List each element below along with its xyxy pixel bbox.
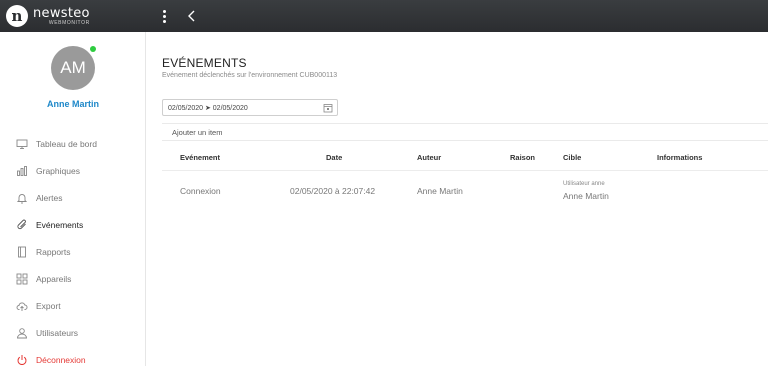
logo-name: newsteo [33,5,90,21]
sidebar-item-label: Rapports [36,246,71,257]
cell-target-label: Utilisateur anne [563,181,605,187]
vertical-dots-icon [162,14,166,18]
date-range-value: 02/05/2020 ➤ 02/05/2020 [168,104,248,112]
sidebar-item-label: Appareils [36,273,72,284]
sidebar-item-label: Alertes [36,192,63,203]
sidebar-item-label: Export [36,300,61,311]
more-menu-button[interactable] [155,0,173,32]
sidebar-item-graphiques[interactable]: Graphiques [0,157,146,184]
monitor-icon [16,138,28,150]
grid-icon [16,273,28,285]
page-title: EVÉNEMENTS [162,56,247,70]
sidebar-item-alertes[interactable]: Alertes [0,184,146,211]
online-status-indicator [90,46,96,52]
sidebar-item-label: Graphiques [36,165,80,176]
sidebar-item-evenements[interactable]: Evénements [0,211,146,238]
calendar-icon[interactable] [323,103,333,113]
top-bar: n newsteo WEBMONITOR [0,0,768,32]
sidebar-item-label: Tableau de bord [36,138,97,149]
sidebar-nav: Tableau de bord Graphiques Alertes Evéne… [0,130,146,373]
power-icon [16,354,28,366]
column-header-raison[interactable]: Raison [510,153,535,162]
back-button[interactable] [181,0,201,32]
sidebar: AM Anne Martin Tableau de bord Graphique… [0,32,146,366]
cell-author: Anne Martin [417,186,463,196]
sidebar-item-rapports[interactable]: Rapports [0,238,146,265]
vertical-dots-icon [162,9,166,13]
column-header-date[interactable]: Date [326,153,342,162]
sidebar-item-label: Evénements [36,219,84,230]
logo: n newsteo WEBMONITOR [0,0,145,32]
sidebar-item-label: Utilisateurs [36,327,79,338]
cell-event: Connexion [180,186,221,196]
sidebar-item-export[interactable]: Export [0,292,146,319]
cell-target-value: Anne Martin [563,191,609,201]
chevron-left-icon [188,10,195,22]
sidebar-item-appareils[interactable]: Appareils [0,265,146,292]
sidebar-item-utilisateurs[interactable]: Utilisateurs [0,319,146,346]
bar-chart-icon [16,165,28,177]
sidebar-item-label: Déconnexion [36,354,86,365]
column-header-evenement[interactable]: Evénement [180,153,220,162]
logo-mark: n [6,5,28,27]
main-content: EVÉNEMENTS Evénement déclenchés sur l'en… [146,32,768,366]
logo-text: newsteo WEBMONITOR [33,7,90,26]
date-range-picker[interactable]: 02/05/2020 ➤ 02/05/2020 [162,99,338,116]
paperclip-icon [16,219,28,231]
table-header-divider [162,170,768,171]
cell-date: 02/05/2020 à 22:07:42 [290,186,376,196]
avatar[interactable]: AM [51,46,95,90]
page-subtitle: Evénement déclenchés sur l'environnement… [162,72,338,79]
vertical-dots-icon [162,19,166,23]
logo-subtitle: WEBMONITOR [48,19,90,26]
column-header-cible[interactable]: Cible [563,153,581,162]
bell-icon [16,192,28,204]
add-item-button[interactable]: Ajouter un item [162,123,768,141]
user-icon [16,327,28,339]
document-icon [16,246,28,258]
user-name[interactable]: Anne Martin [0,99,146,109]
cloud-upload-icon [16,300,28,312]
column-header-informations[interactable]: Informations [657,153,702,162]
sidebar-item-deconnexion[interactable]: Déconnexion [0,346,146,373]
add-item-label: Ajouter un item [172,127,223,137]
column-header-auteur[interactable]: Auteur [417,153,441,162]
sidebar-item-tableau-de-bord[interactable]: Tableau de bord [0,130,146,157]
